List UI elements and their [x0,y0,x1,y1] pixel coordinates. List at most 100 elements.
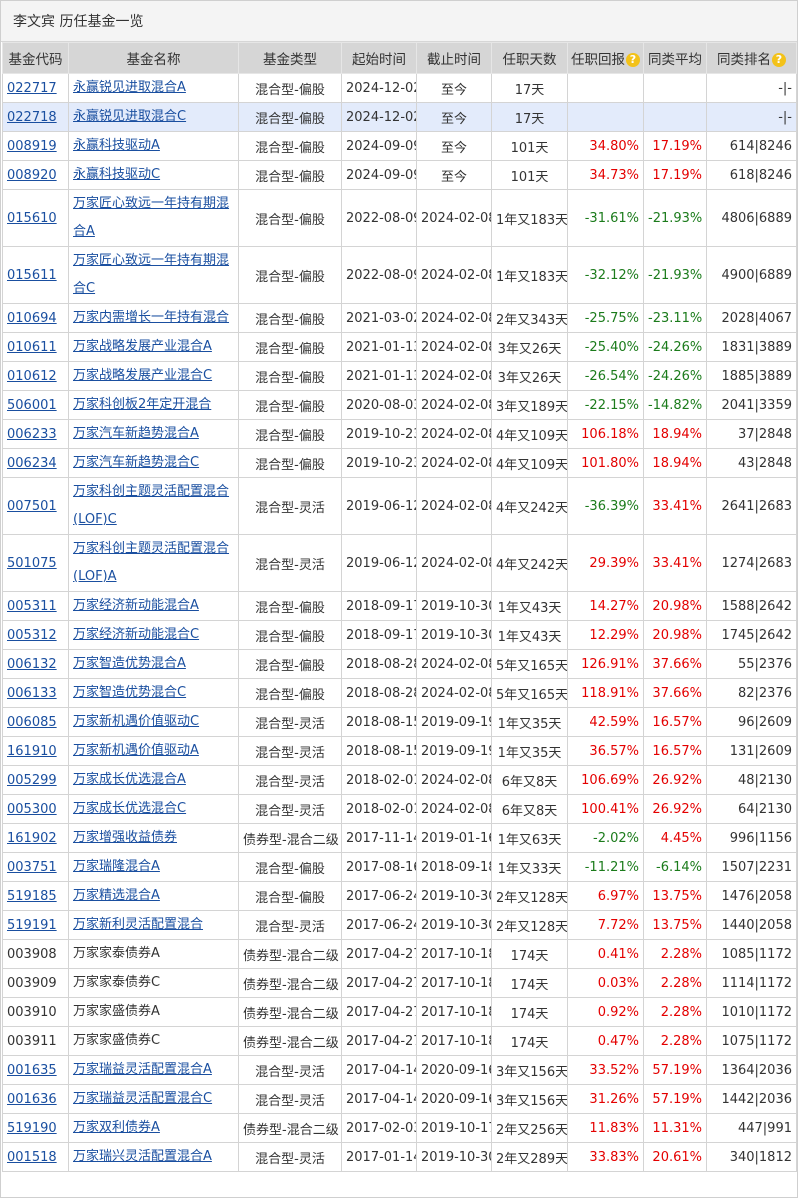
fund-code[interactable]: 015611 [2,246,69,304]
fund-name-link[interactable]: 万家双利债券A [73,1120,160,1135]
fund-code[interactable]: 506001 [2,390,69,420]
fund-name[interactable]: 万家汽车新趋势混合C [68,448,239,478]
fund-code-link[interactable]: 010611 [7,340,57,355]
fund-code-link[interactable]: 008919 [7,139,57,154]
fund-code-link[interactable]: 001636 [7,1092,57,1107]
fund-code[interactable]: 161910 [2,736,69,766]
fund-name[interactable]: 万家成长优选混合C [68,794,239,824]
fund-code-link[interactable]: 519191 [7,918,57,933]
fund-code-link[interactable]: 010612 [7,369,57,384]
fund-code[interactable]: 519190 [2,1113,69,1143]
fund-code-link[interactable]: 022718 [7,110,57,125]
fund-name-link[interactable]: 万家战略发展产业混合C [73,368,212,383]
fund-name-link[interactable]: 万家匠心致远一年持有期混合A [73,196,229,239]
fund-code[interactable]: 519185 [2,881,69,911]
fund-code[interactable]: 008920 [2,160,69,190]
fund-name[interactable]: 万家双利债券A [68,1113,239,1143]
fund-code[interactable]: 001635 [2,1055,69,1085]
fund-name[interactable]: 万家经济新动能混合A [68,591,239,621]
fund-name-link[interactable]: 永赢科技驱动C [73,167,160,182]
fund-code-link[interactable]: 015611 [7,268,57,283]
fund-name[interactable]: 万家精选混合A [68,881,239,911]
fund-name[interactable]: 万家汽车新趋势混合A [68,419,239,449]
fund-code[interactable]: 010611 [2,332,69,362]
fund-code-link[interactable]: 006133 [7,686,57,701]
fund-name[interactable]: 万家战略发展产业混合A [68,332,239,362]
fund-code-link[interactable]: 005312 [7,628,57,643]
fund-code-link[interactable]: 006085 [7,715,57,730]
fund-code-link[interactable]: 003751 [7,860,57,875]
fund-name[interactable]: 万家瑞益灵活配置混合C [68,1084,239,1114]
fund-code-link[interactable]: 005299 [7,773,57,788]
fund-name-link[interactable]: 永赢锐见进取混合A [73,80,186,95]
fund-code[interactable]: 010694 [2,303,69,333]
fund-code-link[interactable]: 006233 [7,427,57,442]
fund-name-link[interactable]: 万家科创板2年定开混合 [73,397,211,412]
fund-name[interactable]: 永赢科技驱动A [68,131,239,161]
fund-name[interactable]: 万家科创主题灵活配置混合(LOF)C [68,477,239,535]
fund-name-link[interactable]: 万家科创主题灵活配置混合(LOF)C [73,484,229,527]
fund-code-link[interactable]: 501075 [7,556,57,571]
fund-name-link[interactable]: 万家新机遇价值驱动C [73,714,199,729]
question-mark-icon[interactable]: ? [772,53,786,67]
fund-name[interactable]: 万家科创板2年定开混合 [68,390,239,420]
fund-code[interactable]: 006233 [2,419,69,449]
fund-name[interactable]: 万家内需增长一年持有混合 [68,303,239,333]
fund-name[interactable]: 万家新机遇价值驱动C [68,707,239,737]
fund-name-link[interactable]: 万家增强收益债券 [73,830,177,845]
fund-name[interactable]: 永赢锐见进取混合A [68,73,239,103]
fund-name[interactable]: 万家经济新动能混合C [68,620,239,650]
fund-name-link[interactable]: 万家新机遇价值驱动A [73,743,199,758]
fund-name[interactable]: 万家新利灵活配置混合 [68,910,239,940]
fund-code-link[interactable]: 006132 [7,657,57,672]
fund-name-link[interactable]: 万家内需增长一年持有混合 [73,310,229,325]
fund-name-link[interactable]: 万家匠心致远一年持有期混合C [73,253,229,296]
fund-name-link[interactable]: 永赢科技驱动A [73,138,160,153]
fund-code-link[interactable]: 006234 [7,456,57,471]
fund-code-link[interactable]: 001635 [7,1063,57,1078]
fund-name[interactable]: 万家智造优势混合C [68,678,239,708]
fund-code[interactable]: 006085 [2,707,69,737]
fund-code[interactable]: 006133 [2,678,69,708]
fund-code[interactable]: 519191 [2,910,69,940]
fund-name-link[interactable]: 万家汽车新趋势混合C [73,455,199,470]
fund-code-link[interactable]: 519185 [7,889,57,904]
fund-code[interactable]: 022718 [2,102,69,132]
fund-name-link[interactable]: 万家科创主题灵活配置混合(LOF)A [73,541,229,584]
fund-name-link[interactable]: 万家汽车新趋势混合A [73,426,199,441]
fund-code[interactable]: 005311 [2,591,69,621]
fund-code[interactable]: 501075 [2,534,69,592]
fund-code[interactable]: 010612 [2,361,69,391]
fund-name[interactable]: 万家智造优势混合A [68,649,239,679]
fund-name-link[interactable]: 万家智造优势混合A [73,656,186,671]
fund-name-link[interactable]: 万家成长优选混合A [73,772,186,787]
fund-code[interactable]: 001636 [2,1084,69,1114]
fund-code[interactable]: 006132 [2,649,69,679]
fund-code[interactable]: 005300 [2,794,69,824]
fund-name-link[interactable]: 万家瑞益灵活配置混合C [73,1091,212,1106]
fund-code[interactable]: 001518 [2,1142,69,1172]
fund-name[interactable]: 万家瑞兴灵活配置混合A [68,1142,239,1172]
fund-name[interactable]: 万家科创主题灵活配置混合(LOF)A [68,534,239,592]
fund-name-link[interactable]: 万家战略发展产业混合A [73,339,212,354]
fund-name[interactable]: 万家瑞隆混合A [68,852,239,882]
fund-code[interactable]: 022717 [2,73,69,103]
fund-name[interactable]: 万家成长优选混合A [68,765,239,795]
fund-name[interactable]: 万家匠心致远一年持有期混合A [68,189,239,247]
fund-code-link[interactable]: 005300 [7,802,57,817]
fund-name-link[interactable]: 万家瑞隆混合A [73,859,160,874]
fund-name-link[interactable]: 万家智造优势混合C [73,685,186,700]
fund-name[interactable]: 永赢锐见进取混合C [68,102,239,132]
fund-name[interactable]: 万家瑞益灵活配置混合A [68,1055,239,1085]
fund-code[interactable]: 015610 [2,189,69,247]
fund-code-link[interactable]: 005311 [7,599,57,614]
fund-code[interactable]: 003751 [2,852,69,882]
question-mark-icon[interactable]: ? [626,53,640,67]
fund-name-link[interactable]: 万家新利灵活配置混合 [73,917,203,932]
fund-code[interactable]: 005299 [2,765,69,795]
fund-name-link[interactable]: 万家精选混合A [73,888,160,903]
fund-code-link[interactable]: 001518 [7,1150,57,1165]
fund-name[interactable]: 万家增强收益债券 [68,823,239,853]
fund-code-link[interactable]: 506001 [7,398,57,413]
fund-code-link[interactable]: 161902 [7,831,57,846]
